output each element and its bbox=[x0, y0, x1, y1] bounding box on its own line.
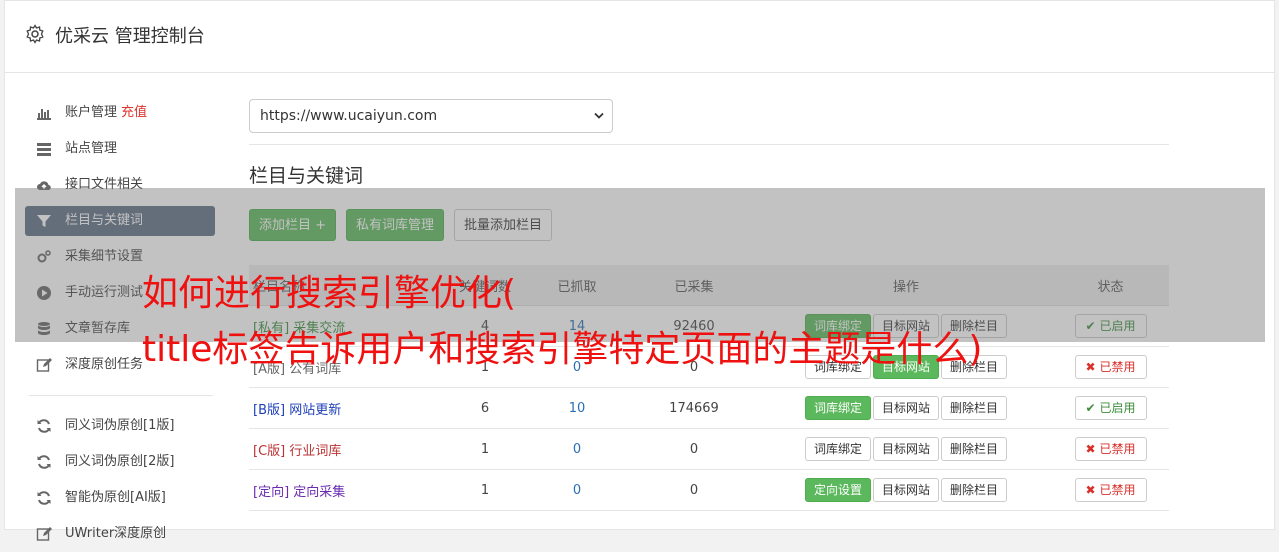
sidebar-divider bbox=[29, 395, 213, 396]
sidebar-item-uwriter[interactable]: UWriter深度原创 bbox=[25, 516, 215, 552]
status-toggle[interactable]: ✖ 已禁用 bbox=[1074, 355, 1147, 379]
sidebar-item-label: UWriter深度原创 bbox=[65, 526, 167, 541]
sidebar-item-account[interactable]: 账户管理 充值 bbox=[25, 95, 215, 131]
delete-column-button[interactable]: 删除栏目 bbox=[941, 396, 1008, 420]
column-tag: [定向] bbox=[253, 484, 290, 500]
status-cell: ✖ 已禁用 bbox=[1052, 428, 1169, 470]
sidebar-item-label: 账户管理 bbox=[65, 105, 118, 120]
row-actions: 定向设置 目标网站 删除栏目 bbox=[760, 469, 1052, 511]
check-icon: ✔ bbox=[1085, 401, 1096, 415]
status-toggle[interactable]: ✖ 已禁用 bbox=[1074, 437, 1147, 461]
column-tag: [C版] bbox=[253, 443, 286, 459]
collected-count: 0 bbox=[628, 469, 760, 511]
sidebar-item-label: 站点管理 bbox=[65, 141, 118, 156]
column-tag: [B版] bbox=[253, 402, 286, 418]
status-cell: ✖ 已禁用 bbox=[1052, 469, 1169, 511]
crawled-count[interactable]: 0 bbox=[526, 469, 628, 511]
edit-icon bbox=[36, 527, 52, 541]
close-icon: ✖ bbox=[1085, 442, 1096, 456]
target-site-button[interactable]: 目标网站 bbox=[872, 396, 939, 420]
collected-count: 0 bbox=[628, 428, 760, 470]
refresh-icon bbox=[37, 455, 51, 469]
overlay-banner bbox=[15, 188, 1265, 342]
column-name: 网站更新 bbox=[289, 402, 342, 418]
sidebar-item-ai-rewrite[interactable]: 智能伪原创[AI版] bbox=[25, 480, 215, 516]
status-cell: ✖ 已禁用 bbox=[1052, 346, 1169, 388]
status-cell: ✔ 已启用 bbox=[1052, 387, 1169, 429]
directed-settings-button[interactable]: 定向设置 bbox=[804, 478, 871, 502]
sidebar-item-sites[interactable]: 站点管理 bbox=[25, 131, 215, 167]
site-select-value: https://www.ucaiyun.com bbox=[260, 108, 438, 124]
keyword-count: 1 bbox=[444, 469, 526, 511]
page-title: 优采云 管理控制台 bbox=[55, 26, 205, 47]
header: 优采云 管理控制台 bbox=[5, 1, 1274, 73]
column-name: 定向采集 bbox=[293, 484, 346, 500]
section-title: 栏目与关键词 bbox=[249, 165, 364, 187]
refresh-icon bbox=[37, 419, 51, 433]
overlay-headline-line2: title标签告诉用户和搜索引擎特定页面的主题是什么) bbox=[142, 329, 983, 370]
target-site-button[interactable]: 目标网站 bbox=[872, 437, 939, 461]
crawled-count[interactable]: 0 bbox=[526, 428, 628, 470]
refresh-icon bbox=[37, 491, 51, 505]
overlay-headline-line1: 如何进行搜索引擎优化( bbox=[142, 273, 517, 314]
column-name-cell[interactable]: [C版] 行业词库 bbox=[249, 428, 444, 470]
delete-column-button[interactable]: 删除栏目 bbox=[941, 437, 1008, 461]
status-toggle[interactable]: ✖ 已禁用 bbox=[1074, 478, 1147, 502]
row-actions: 词库绑定 目标网站 删除栏目 bbox=[760, 387, 1052, 429]
status-label: 已禁用 bbox=[1099, 442, 1136, 456]
sidebar-item-label: 同义词伪原创[1版] bbox=[65, 418, 175, 433]
table-row: [C版] 行业词库 1 0 0 词库绑定 目标网站 删除栏目 ✖ 已禁用 bbox=[249, 428, 1169, 470]
delete-column-button[interactable]: 删除栏目 bbox=[941, 478, 1008, 502]
site-select[interactable]: https://www.ucaiyun.com bbox=[249, 99, 613, 133]
keyword-count: 1 bbox=[444, 428, 526, 470]
column-name-cell[interactable]: [定向] 定向采集 bbox=[249, 469, 444, 511]
row-actions: 词库绑定 目标网站 删除栏目 bbox=[760, 428, 1052, 470]
sidebar-item-label: 深度原创任务 bbox=[65, 357, 144, 372]
collected-count: 174669 bbox=[628, 387, 760, 429]
target-site-button[interactable]: 目标网站 bbox=[872, 478, 939, 502]
bind-lib-button[interactable]: 词库绑定 bbox=[804, 396, 871, 420]
sidebar-item-synonym-v2[interactable]: 同义词伪原创[2版] bbox=[25, 444, 215, 480]
column-name: 行业词库 bbox=[289, 443, 342, 459]
crawled-count[interactable]: 10 bbox=[526, 387, 628, 429]
recharge-link[interactable]: 充值 bbox=[121, 105, 147, 120]
bar-chart-icon bbox=[37, 109, 51, 120]
chevron-down-icon bbox=[594, 112, 604, 119]
sidebar-item-label: 智能伪原创[AI版] bbox=[65, 490, 166, 505]
sidebar-item-synonym-v1[interactable]: 同义词伪原创[1版] bbox=[25, 408, 215, 444]
edit-icon bbox=[36, 358, 52, 372]
column-name-cell[interactable]: [B版] 网站更新 bbox=[249, 387, 444, 429]
keyword-count: 6 bbox=[444, 387, 526, 429]
close-icon: ✖ bbox=[1085, 360, 1096, 374]
server-icon bbox=[37, 143, 51, 156]
gear-icon bbox=[26, 24, 44, 44]
table-row: [B版] 网站更新 6 10 174669 词库绑定 目标网站 删除栏目 ✔ 已启用 bbox=[249, 387, 1169, 429]
status-label: 已禁用 bbox=[1099, 483, 1136, 497]
bind-lib-button[interactable]: 词库绑定 bbox=[804, 437, 871, 461]
sidebar-item-label: 同义词伪原创[2版] bbox=[65, 454, 175, 469]
status-label: 已禁用 bbox=[1099, 360, 1136, 374]
table-row: [定向] 定向采集 1 0 0 定向设置 目标网站 删除栏目 ✖ 已禁用 bbox=[249, 469, 1169, 511]
divider bbox=[249, 144, 1169, 145]
status-toggle[interactable]: ✔ 已启用 bbox=[1074, 396, 1147, 420]
close-icon: ✖ bbox=[1085, 483, 1096, 497]
status-label: 已启用 bbox=[1099, 401, 1136, 415]
